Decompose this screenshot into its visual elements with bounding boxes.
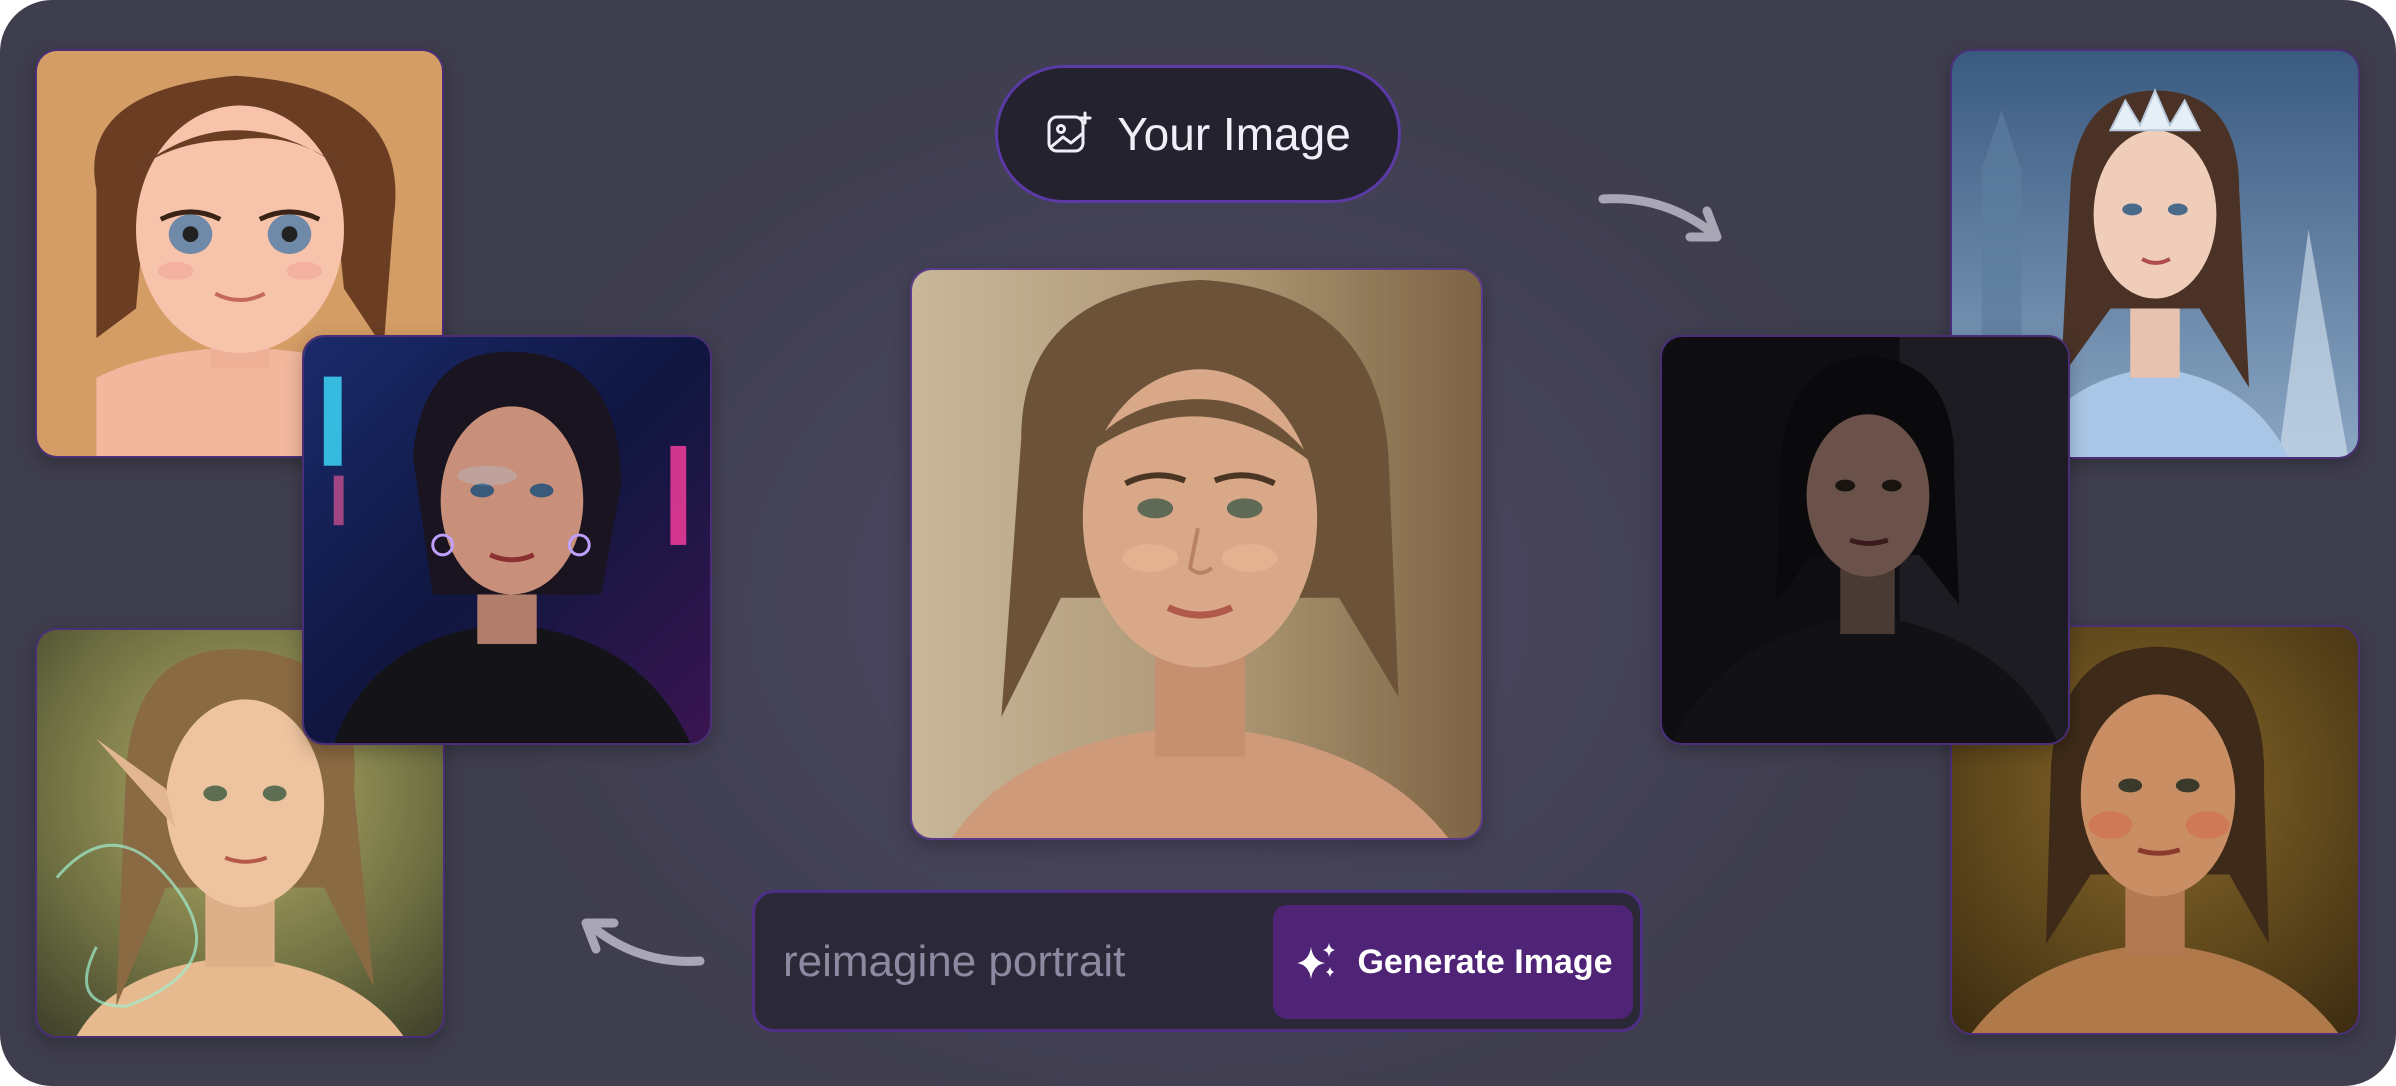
prompt-bar: Generate Image [752,890,1643,1032]
your-image-label: Your Image [1117,108,1351,160]
prompt-input[interactable] [783,921,1203,1003]
curved-arrow-right-icon [1598,194,1722,242]
showcase-panel: Your Image Generate Image [0,0,2396,1086]
curved-arrow-left-icon [581,918,705,966]
original-portrait-image [910,268,1483,840]
noir-style-image [1660,335,2070,745]
cyberpunk-style-image [302,335,712,745]
generate-image-button[interactable]: Generate Image [1273,905,1633,1019]
generate-image-label: Generate Image [1357,942,1613,981]
image-sparkle-icon [1047,111,1092,153]
your-image-badge: Your Image [995,65,1401,203]
sparkles-icon [1297,943,1336,979]
